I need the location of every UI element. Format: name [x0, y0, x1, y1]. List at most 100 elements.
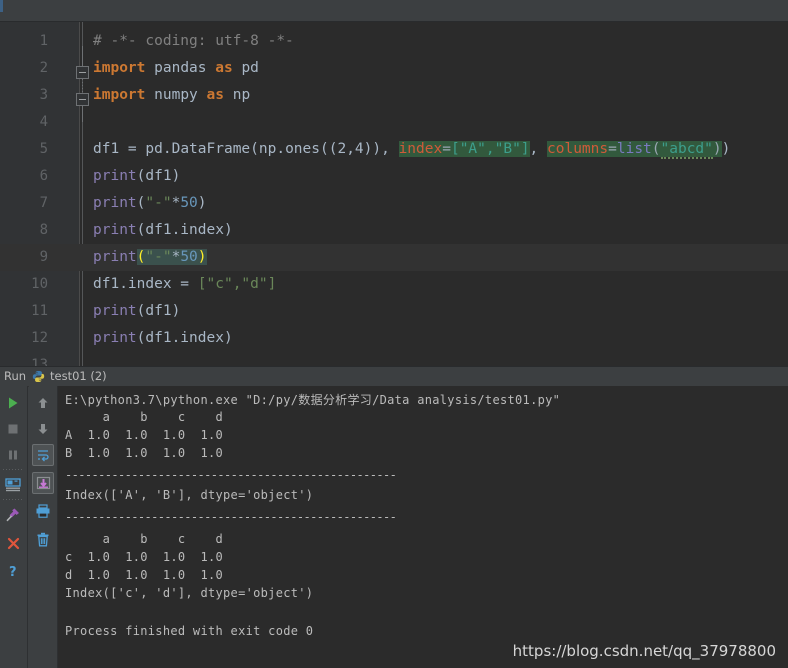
close-icon: [7, 537, 19, 549]
builtin-list: list: [616, 141, 652, 157]
show-console-button[interactable]: [2, 474, 24, 496]
line-content: print(df1): [93, 163, 180, 190]
line-content: print(df1.index): [93, 325, 233, 352]
search-match-index: index=["A","B"]: [398, 141, 530, 157]
svg-text:?: ?: [9, 565, 17, 579]
builtin-print: print: [93, 222, 137, 238]
editor-line[interactable]: 1 # -*- coding: utf-8 -*-: [0, 28, 788, 55]
editor-line[interactable]: 8 print(df1.index): [0, 217, 788, 244]
editor-line[interactable]: 6 print(df1): [0, 163, 788, 190]
editor-line[interactable]: 12 print(df1.index): [0, 325, 788, 352]
down-button[interactable]: [32, 418, 54, 440]
console-line-separator: ----------------------------------------…: [65, 468, 397, 482]
pause-button[interactable]: [2, 444, 24, 466]
pin-icon: [6, 508, 19, 522]
assign-op: =: [119, 141, 146, 157]
scroll-to-end-button[interactable]: [32, 472, 54, 494]
editor-line[interactable]: 11 print(df1): [0, 298, 788, 325]
toolbar-divider: [27, 386, 28, 668]
editor-line[interactable]: 10 df1.index = ["c","d"]: [0, 271, 788, 298]
paren-close-matched: ): [197, 249, 207, 265]
run-window-header: Run test01 (2): [0, 366, 788, 387]
help-icon: ?: [9, 565, 17, 579]
rerun-button[interactable]: [2, 392, 24, 414]
equals-sign: =: [442, 141, 451, 157]
soft-wrap-button[interactable]: [32, 444, 54, 466]
search-match-columns: columns=list("abcd"): [547, 141, 722, 159]
line-content: print("-"*50): [93, 190, 207, 217]
dataframe-call: pd.DataFrame(np.ones((2,4)),: [145, 141, 399, 157]
editor-line[interactable]: 5 df1 = pd.DataFrame(np.ones((2,4)), ind…: [0, 136, 788, 163]
run-toolbar-left: ?: [0, 386, 27, 668]
print-arg: (df1.index): [136, 330, 233, 346]
up-button[interactable]: [32, 392, 54, 414]
editor-line[interactable]: 13: [0, 352, 788, 366]
tab-accent-mark: [0, 0, 3, 12]
string-abcd: "abcd": [660, 141, 713, 159]
editor-line-active[interactable]: 9 print("-"*50): [0, 244, 788, 271]
console-line: a b c d: [65, 532, 224, 546]
stop-icon: [8, 424, 18, 434]
editor-line[interactable]: 7 print("-"*50): [0, 190, 788, 217]
console-line: a b c d: [65, 410, 224, 424]
pause-icon: [9, 450, 17, 460]
var-df1: df1: [93, 141, 120, 157]
line-number: 11: [31, 303, 48, 319]
console-output[interactable]: E:\python3.7\python.exe "D:/py/数据分析学习/Da…: [58, 386, 788, 668]
python-icon: [32, 370, 45, 383]
pin-tab-button[interactable]: [2, 504, 24, 526]
line-content: # -*- coding: utf-8 -*-: [93, 28, 294, 55]
brace-match-highlight: ("-"*50): [136, 249, 207, 265]
console-icon: [5, 478, 21, 492]
console-line: c 1.0 1.0 1.0 1.0: [65, 550, 224, 564]
line-content: import numpy as np: [93, 82, 250, 109]
alias-np: np: [232, 87, 251, 103]
print-button[interactable]: [32, 500, 54, 522]
paren-close: ): [197, 195, 207, 211]
keyword-import: import: [93, 60, 146, 76]
stop-button[interactable]: [2, 418, 24, 440]
builtin-print: print: [93, 303, 137, 319]
editor-line[interactable]: 4: [0, 109, 788, 136]
close-button[interactable]: [2, 532, 24, 554]
line-content: print("-"*50): [93, 244, 207, 271]
console-line: d 1.0 1.0 1.0 1.0: [65, 568, 224, 582]
arrow-down-icon: [38, 424, 48, 434]
line-number: 5: [39, 141, 48, 157]
keyword-as: as: [206, 87, 224, 103]
soft-wrap-icon: [37, 450, 49, 462]
trash-icon: [37, 532, 49, 546]
editor-line[interactable]: 3 import numpy as np: [0, 82, 788, 109]
print-arg: (df1.index): [136, 222, 233, 238]
console-line-exit: Process finished with exit code 0: [65, 624, 314, 638]
kwarg-index: index: [398, 141, 443, 157]
arrow-up-icon: [38, 398, 48, 408]
assign-op: =: [171, 276, 198, 292]
line-content: print(df1.index): [93, 217, 233, 244]
editor-line[interactable]: 2 import pandas as pd: [0, 55, 788, 82]
run-window-title: Run: [4, 369, 27, 383]
paren-open: (: [651, 141, 661, 157]
line-number: 9: [39, 249, 48, 265]
index-list: ["A","B"]: [450, 141, 530, 157]
cd-list: ["c","d"]: [197, 276, 277, 292]
builtin-print: print: [93, 249, 137, 265]
editor-tab-strip: [0, 0, 788, 22]
code-editor[interactable]: 1 # -*- coding: utf-8 -*- 2 import panda…: [0, 22, 788, 366]
string-dash: "-": [145, 195, 172, 211]
line-number: 13: [31, 357, 48, 366]
line-content: print(df1): [93, 298, 180, 325]
play-icon: [9, 397, 18, 409]
printer-icon: [36, 504, 50, 518]
clear-all-button[interactable]: [32, 528, 54, 550]
kwarg-columns: columns: [547, 141, 609, 157]
run-tab-label: test01 (2): [50, 369, 107, 383]
toolbar-separator-2: [3, 499, 24, 500]
help-button[interactable]: ?: [2, 560, 24, 582]
module-numpy: numpy: [154, 87, 198, 103]
string-dash: "-": [145, 249, 172, 265]
line-number: 12: [31, 330, 48, 346]
console-line: Index(['c', 'd'], dtype='object'): [65, 586, 314, 600]
line-content: df1.index = ["c","d"]: [93, 271, 276, 298]
line-number: 1: [39, 33, 48, 49]
